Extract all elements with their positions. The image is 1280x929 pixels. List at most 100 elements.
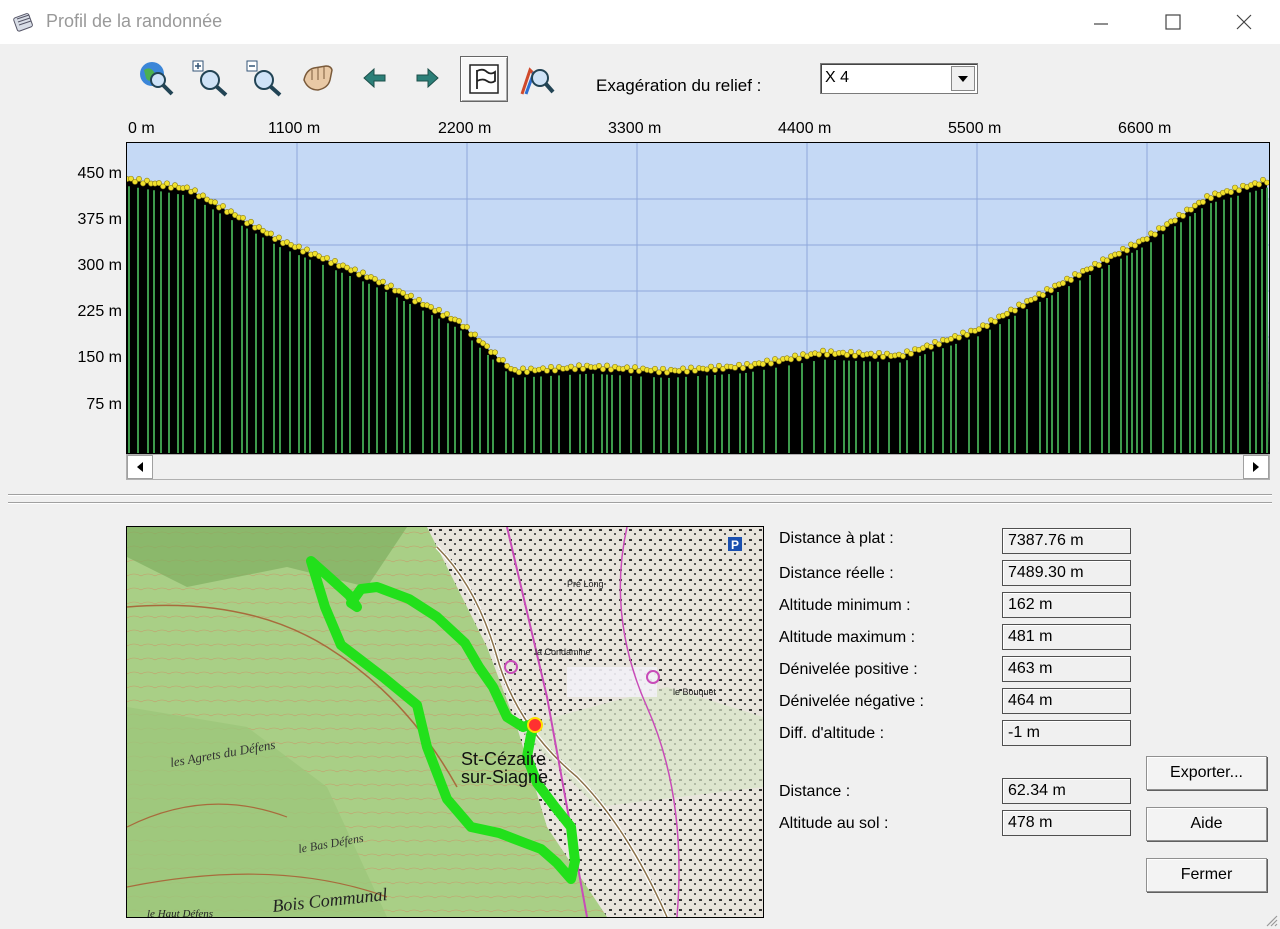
zoom-in-button[interactable] [188,56,232,100]
sample-point [816,351,822,358]
globe-zoom-button[interactable] [134,56,178,100]
pan-button[interactable] [296,56,340,100]
y-tick-label: 300 m [77,257,122,274]
scroll-left-icon [137,462,143,472]
sample-point [544,367,550,374]
stat-value-negative-gain: 464 m [1002,688,1131,714]
sample-point [1040,292,1046,299]
sample-point [1104,257,1110,264]
help-button[interactable]: Aide [1146,807,1267,841]
resize-grip-icon[interactable] [1264,913,1278,927]
map-label-haut-defens: le Haut Défens [147,908,213,917]
sample-point [684,368,690,375]
exaggeration-label: Exagération du relief : [596,76,762,95]
stat-value-min-altitude: 162 m [1002,592,1131,618]
panel-splitter[interactable] [8,502,1272,504]
scroll-right-icon [1253,462,1259,472]
previous-button[interactable] [352,56,396,100]
sample-point [200,192,206,199]
sample-point [1124,247,1130,254]
profile-scrollbar[interactable] [126,454,1270,480]
x-tick-label: 5500 m [948,120,1002,137]
elevation-profile-plot[interactable] [127,143,1269,453]
pan-hand-icon [303,65,333,91]
sample-point [1144,236,1150,242]
topographic-map[interactable]: P St-Cézaire sur-Siagne les Agrets du Dé… [127,527,763,917]
window-title: Profil de la randonnée [46,11,223,31]
sample-point [516,369,522,376]
sample-point [1004,310,1010,317]
sample-point [820,347,826,354]
sample-point [436,306,442,313]
sample-point [1172,217,1178,224]
sample-point [332,258,338,264]
sample-point [164,180,170,187]
sample-point [1132,242,1138,249]
stat-label-positive-gain: Dénivelée positive : [779,661,918,678]
cursor-label-distance: Distance : [779,783,851,800]
sample-point [1256,181,1262,188]
flag-button[interactable] [460,56,508,102]
sample-point [1076,272,1082,279]
sample-point [248,218,254,225]
next-button[interactable] [406,56,450,100]
sample-point [456,318,462,324]
sample-point [976,326,982,333]
sample-point [964,332,970,338]
sample-point [428,304,434,310]
maximize-icon [1165,14,1181,30]
route-map[interactable]: P St-Cézaire sur-Siagne les Agrets du Dé… [126,526,764,918]
map-label-condamine: la Condamine [535,647,591,657]
sample-point [740,365,746,372]
stat-value-flat-distance: 7387.76 m [1002,528,1131,554]
sample-point [1096,262,1102,269]
export-button[interactable]: Exporter... [1146,756,1267,790]
sample-point [228,208,234,215]
x-tick-label: 3300 m [608,120,662,137]
x-tick-label: 2200 m [438,120,492,137]
sample-point [220,203,226,209]
y-tick-label: 375 m [77,211,122,228]
sample-point [324,255,330,261]
sample-point [936,341,942,348]
sample-point [900,353,906,360]
flag-icon [469,64,499,94]
minimize-button[interactable] [1065,0,1137,44]
minimize-icon [1094,23,1108,25]
zoom-out-icon [246,60,282,97]
arrow-right-icon [416,67,439,89]
elevation-profile-chart[interactable] [126,142,1270,454]
zoom-out-button[interactable] [242,56,286,100]
sample-point [928,344,934,350]
maximize-button[interactable] [1137,0,1209,44]
stat-label-max-altitude: Altitude maximum : [779,629,916,646]
sample-point [1208,195,1214,202]
sample-point [1088,265,1094,272]
exaggeration-select[interactable]: X 4 [820,63,978,94]
sample-point [604,362,610,369]
sample-point [1048,287,1054,294]
dropdown-button[interactable] [951,66,975,91]
sample-point [572,366,578,373]
sample-point [444,311,450,317]
sample-point [992,318,998,325]
close-button[interactable]: Fermer [1146,858,1267,892]
close-window-button[interactable] [1208,0,1280,44]
walker-zoom-button[interactable] [514,56,558,100]
sample-point [352,266,358,273]
scroll-left-button[interactable] [127,455,153,479]
map-label-bouquet: le Bouquet [673,687,717,697]
sample-point [1068,277,1074,283]
map-label-pre-long: Pré Long [567,579,604,589]
sample-point [1188,206,1194,213]
sample-point [136,176,142,182]
sample-point [1020,303,1026,309]
sample-point [268,230,274,237]
sample-point [484,343,490,350]
stat-value-real-distance: 7489.30 m [1002,560,1131,586]
scrollbar-track[interactable] [153,455,1243,479]
cursor-value-ground-altitude: 478 m [1002,810,1131,836]
panel-splitter[interactable] [8,494,1272,496]
scroll-right-button[interactable] [1243,455,1269,479]
stat-label-min-altitude: Altitude minimum : [779,597,911,614]
